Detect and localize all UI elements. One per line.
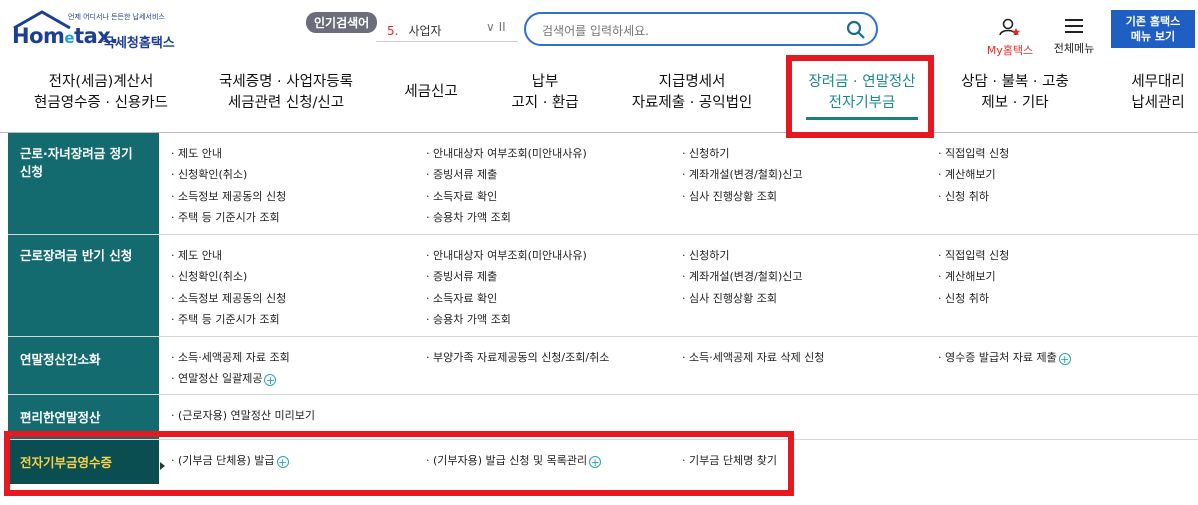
submenu-link[interactable]: 심사 진행상황 조회: [682, 290, 777, 306]
divider: [376, 41, 518, 42]
search-bar[interactable]: [524, 12, 878, 46]
user-icon: [999, 18, 1020, 36]
submenu-link[interactable]: 부양가족 자료제공동의 신청/조회/취소: [426, 349, 609, 365]
submenu-link[interactable]: 계산해보기: [938, 166, 996, 182]
submenu-link[interactable]: 제도 안내: [171, 247, 222, 263]
submenu-link[interactable]: 직접입력 신청: [938, 247, 1009, 263]
submenu-link[interactable]: 연말정산 일괄제공+: [171, 370, 277, 386]
submenu-link[interactable]: 소득·세액공제 자료 조회: [171, 349, 290, 365]
rank-number: 5.: [387, 24, 399, 38]
gnb-item-consultation[interactable]: 상담 · 불복 · 고충 제보 · 기타: [950, 72, 1080, 114]
old-hometax-menu-button[interactable]: 기존 홈택스 메뉴 보기: [1111, 10, 1195, 48]
gnb-item-tax-report[interactable]: 세금신고: [398, 82, 464, 103]
gnb-item-payment[interactable]: 납부 고지 · 환급: [500, 72, 590, 114]
submenu-section: 연말정산간소화 소득·세액공제 자료 조회 부양가족 자료제공동의 신청/조회/…: [8, 337, 1198, 395]
submenu-section: 근로·자녀장려금 정기신청 제도 안내 안내대상자 여부조회(미안내사유) 신청…: [8, 133, 1198, 235]
submenu-link[interactable]: 신청확인(취소): [171, 268, 247, 284]
submenu-link[interactable]: 승용차 가액 조회: [426, 209, 511, 225]
popular-search-badge: 인기검색어: [306, 12, 378, 33]
rank-controls[interactable]: ∨ II: [486, 20, 506, 34]
logo-tagline: 언제 어디서나 든든한 납세서비스: [68, 13, 165, 21]
submenu-section: 근로장려금 반기 신청 제도 안내 안내대상자 여부조회(미안내사유) 신청하기…: [8, 235, 1198, 337]
search-input[interactable]: [540, 20, 834, 42]
submenu-link[interactable]: 계좌개설(변경/철회)신고: [682, 268, 803, 284]
popular-search-rank[interactable]: 5. 사업자: [387, 22, 442, 39]
all-menu-button[interactable]: 전체메뉴: [1050, 18, 1098, 56]
section-title[interactable]: 연말정산간소화: [8, 337, 159, 394]
submenu-link[interactable]: 안내대상자 여부조회(미안내사유): [426, 145, 587, 161]
submenu-link[interactable]: 주택 등 기준시가 조회: [171, 311, 280, 327]
submenu-link[interactable]: 안내대상자 여부조회(미안내사유): [426, 247, 587, 263]
gnb-item-payment-statement[interactable]: 지급명세서 자료제출 · 공익법인: [620, 72, 764, 114]
expand-plus-icon[interactable]: +: [264, 374, 277, 386]
section-title[interactable]: 근로·자녀장려금 정기 신청: [8, 133, 159, 234]
logo-korean-name: 국세청홈택스: [103, 36, 175, 51]
logo-wordmark: Hometax.: [12, 24, 118, 48]
submenu-link[interactable]: 승용차 가액 조회: [426, 311, 511, 327]
submenu-link[interactable]: 신청 취하: [938, 188, 989, 204]
header: 언제 어디서나 든든한 납세서비스 Hometax. 국세청홈택스 인기검색어 …: [0, 0, 1198, 60]
submenu-link[interactable]: 제도 안내: [171, 145, 222, 161]
submenu-link[interactable]: 소득자료 확인: [426, 290, 497, 306]
rank-keyword[interactable]: 사업자: [408, 24, 441, 38]
hamburger-icon: [1065, 19, 1083, 33]
old-hometax-line2: 메뉴 보기: [1130, 30, 1176, 43]
section-title[interactable]: 근로장려금 반기 신청: [8, 235, 159, 336]
gnb-item-certificate[interactable]: 국세증명 · 사업자등록 세금관련 신청/신고: [203, 72, 369, 114]
submenu-link[interactable]: (근로자용) 연말정산 미리보기: [171, 407, 315, 423]
all-menu-label: 전체메뉴: [1053, 42, 1095, 55]
gnb-item-tax-agent[interactable]: 세무대리 납세관리: [1120, 72, 1196, 114]
submenu-link[interactable]: 소득자료 확인: [426, 188, 497, 204]
search-icon[interactable]: [846, 20, 866, 40]
submenu-link[interactable]: 신청하기: [682, 145, 729, 161]
submenu-link[interactable]: 주택 등 기준시가 조회: [171, 209, 280, 225]
submenu-link[interactable]: 신청확인(취소): [171, 166, 247, 182]
old-hometax-line1: 기존 홈택스: [1125, 15, 1181, 28]
submenu-link[interactable]: 신청 취하: [938, 290, 989, 306]
main-navigation: 전자(세금)계산서 현금영수증 · 신용카드 국세증명 · 사업자등록 세금관련 신…: [0, 60, 1198, 133]
submenu-link[interactable]: 소득·세액공제 자료 삭제 신청: [682, 349, 824, 365]
submenu-link[interactable]: 계좌개설(변경/철회)신고: [682, 166, 803, 182]
submenu-link[interactable]: 신청하기: [682, 247, 729, 263]
hometax-logo[interactable]: 언제 어디서나 든든한 납세서비스 Hometax. 국세청홈택스: [8, 8, 198, 52]
submenu-link[interactable]: 소득정보 제공동의 신청: [171, 290, 286, 306]
expand-plus-icon[interactable]: +: [1058, 353, 1071, 365]
submenu-link[interactable]: 소득정보 제공동의 신청: [171, 188, 286, 204]
myhome-button[interactable]: My홈택스: [982, 18, 1038, 58]
submenu-link[interactable]: 심사 진행상황 조회: [682, 188, 777, 204]
myhome-label: My홈택스: [986, 44, 1034, 57]
submenu-link[interactable]: 직접입력 신청: [938, 145, 1009, 161]
submenu-link[interactable]: 영수증 발급처 자료 제출+: [938, 349, 1071, 365]
highlight-box-section: [4, 431, 794, 496]
submenu-link[interactable]: 증빙서류 제출: [426, 268, 497, 284]
submenu-link[interactable]: 증빙서류 제출: [426, 166, 497, 182]
submenu-link[interactable]: 계산해보기: [938, 268, 996, 284]
highlight-box-gnb: [786, 55, 934, 138]
gnb-item-e-invoice[interactable]: 전자(세금)계산서 현금영수증 · 신용카드: [26, 72, 176, 114]
